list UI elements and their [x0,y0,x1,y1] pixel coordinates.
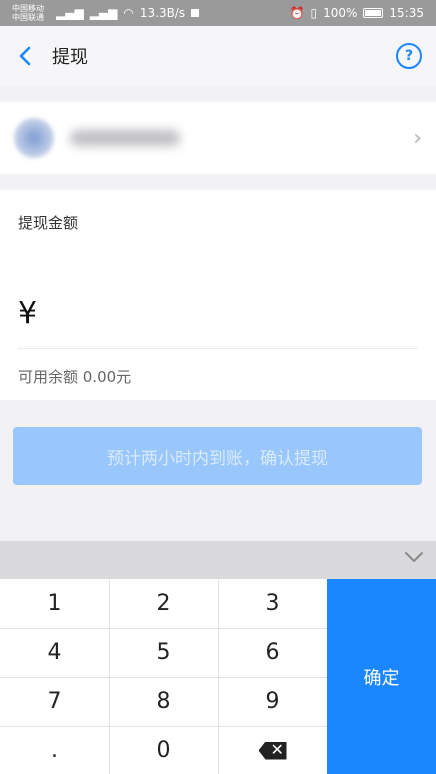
bank-card-name-blurred [70,130,180,146]
key-5[interactable]: 5 [109,628,218,677]
available-balance: 可用余额 0.00元 [18,368,132,386]
key-8[interactable]: 8 [109,677,218,726]
clock: 15:35 [389,6,424,20]
key-9[interactable]: 9 [218,677,327,726]
confirm-withdraw-button[interactable]: 预计两小时内到账，确认提现 [13,427,422,485]
help-icon[interactable]: ? [396,43,422,69]
grid-line [0,677,327,678]
carrier-2: 中国联通 [12,13,44,22]
signal-icon-2: ▂▄▆ [89,6,118,20]
collapse-keyboard-glyph [405,552,423,562]
page-title: 提现 [52,47,88,68]
amount-input[interactable] [52,294,412,338]
delete-key[interactable]: ✕ [218,726,327,774]
key-0[interactable]: 0 [109,726,218,774]
key-6[interactable]: 6 [218,628,327,677]
grid-line [0,628,327,629]
chevron-down-icon[interactable] [404,547,424,568]
backspace-icon: ✕ [258,741,287,760]
amount-label: 提现金额 [18,214,79,232]
divider [18,348,418,349]
status-left: 中国移动 中国联通 ▂▄▆ ▂▄▆ ◠ 13.3B/s [12,4,200,22]
battery-level: 100% [323,6,358,20]
keyboard-toolbar [0,541,436,579]
bank-logo-icon [14,118,54,158]
numeric-keypad: 1 2 3 4 5 6 7 8 9 . 0 ✕ 确定 [0,579,436,774]
chevron-left-icon [19,46,31,66]
alarm-icon: ⏰ [289,6,305,20]
key-1[interactable]: 1 [0,579,109,628]
key-7[interactable]: 7 [0,677,109,726]
carrier-names: 中国移动 中国联通 [12,4,44,22]
key-3[interactable]: 3 [218,579,327,628]
header: 提现 ? [0,26,436,86]
key-4[interactable]: 4 [0,628,109,677]
grid-line [0,726,327,727]
ok-key[interactable]: 确定 [327,579,436,774]
battery-icon [363,8,384,18]
bank-card-row[interactable]: › [0,102,436,174]
vibrate-icon: ▯ [310,6,318,20]
chevron-right-icon: › [413,125,422,151]
carrier-1: 中国移动 [12,4,44,13]
net-speed: 13.3B/s [139,6,186,20]
back-button[interactable] [14,45,36,67]
amount-panel: 提现金额 ¥ 可用余额 0.00元 [0,190,436,400]
currency-symbol: ¥ [18,296,38,331]
wifi-icon: ◠ [123,6,134,20]
recording-icon [191,9,200,17]
signal-icon: ▂▄▆ [56,6,84,20]
status-bar: 中国移动 中国联通 ▂▄▆ ▂▄▆ ◠ 13.3B/s ⏰ ▯ 100% 15:… [0,0,436,26]
status-right: ⏰ ▯ 100% 15:35 [290,6,424,20]
key-dot[interactable]: . [0,726,109,774]
key-2[interactable]: 2 [109,579,218,628]
